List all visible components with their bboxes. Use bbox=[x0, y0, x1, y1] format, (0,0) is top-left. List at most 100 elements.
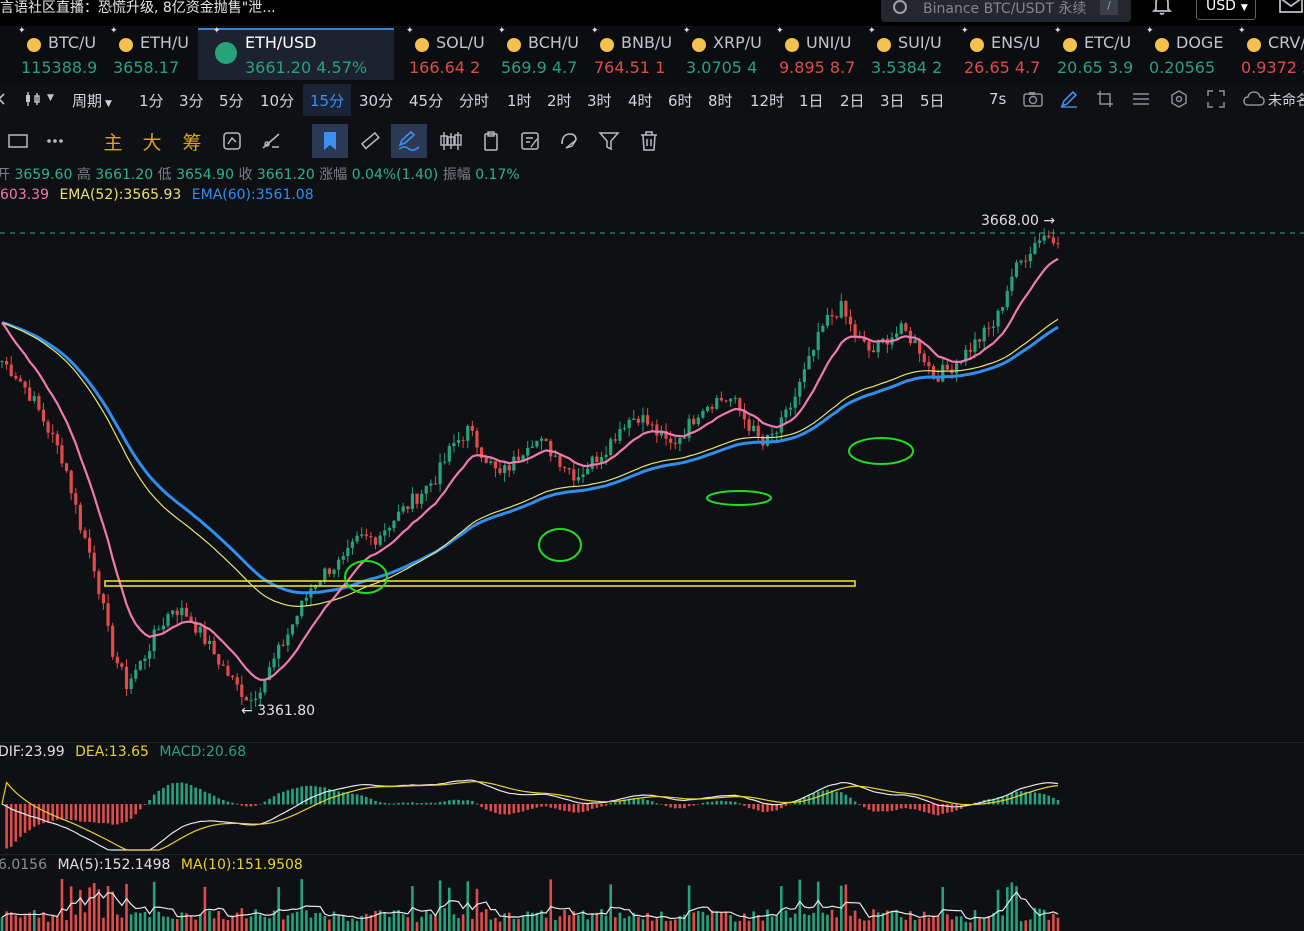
highlight-circle[interactable] bbox=[848, 437, 914, 465]
volume-bar bbox=[526, 911, 529, 931]
star-icon[interactable]: ✦ bbox=[18, 26, 26, 36]
macd-chart[interactable] bbox=[0, 760, 1304, 852]
timeframe-option[interactable]: 5日 bbox=[920, 90, 945, 111]
replay-tool[interactable] bbox=[214, 124, 250, 158]
volume-bar bbox=[715, 911, 719, 931]
list-settings-icon[interactable] bbox=[1132, 91, 1150, 107]
volume-bar bbox=[42, 912, 45, 931]
star-icon[interactable]: ✦ bbox=[1146, 26, 1154, 36]
open-value: 3659.60 bbox=[14, 167, 73, 183]
volume-chart[interactable] bbox=[0, 875, 1304, 931]
star-icon[interactable]: ✦ bbox=[110, 26, 118, 36]
volume-bar bbox=[941, 886, 945, 931]
star-icon[interactable]: ✦ bbox=[1054, 26, 1062, 36]
timeframe-option[interactable]: 4时 bbox=[628, 90, 653, 111]
period-menu[interactable]: 周期 ▼ bbox=[72, 90, 112, 111]
timeframe-option[interactable]: 1日 bbox=[799, 90, 824, 111]
macd-bar bbox=[457, 799, 460, 805]
timeframe-option[interactable]: 5分 bbox=[219, 90, 244, 111]
volume-bar bbox=[480, 912, 483, 931]
volume-bar bbox=[281, 919, 285, 931]
timeframe-option[interactable]: 2时 bbox=[547, 90, 572, 111]
timeframe-option[interactable]: 3日 bbox=[880, 90, 905, 111]
timeframe-option[interactable]: 30分 bbox=[359, 90, 393, 111]
timeframe-option[interactable]: 45分 bbox=[409, 90, 443, 111]
star-icon[interactable]: ✦ bbox=[213, 26, 221, 36]
ruler-tool[interactable] bbox=[352, 124, 388, 158]
magic-tool[interactable] bbox=[551, 124, 587, 158]
rectangle-tool[interactable] bbox=[0, 124, 36, 158]
currency-select[interactable]: USD ▼ bbox=[1196, 0, 1256, 20]
filter-tool[interactable] bbox=[591, 124, 627, 158]
timeframe-option[interactable]: 分时 bbox=[459, 90, 489, 111]
bell-icon[interactable] bbox=[1150, 0, 1174, 16]
candle-body bbox=[784, 409, 788, 418]
news-ticker-link[interactable]: 言语社区直播：恐慌升级, 8亿资金抛售"泄... bbox=[0, 0, 276, 17]
layout-name[interactable]: 未命名 bbox=[1268, 90, 1304, 110]
timeframe-option[interactable]: 3分 bbox=[179, 90, 204, 111]
candle-body bbox=[41, 409, 46, 422]
star-icon[interactable]: ✦ bbox=[406, 26, 414, 36]
star-icon[interactable]: ✦ bbox=[1238, 26, 1246, 36]
fullscreen-icon[interactable] bbox=[1207, 90, 1225, 108]
timeframe-option[interactable]: 3时 bbox=[587, 90, 612, 111]
star-icon[interactable]: ✦ bbox=[776, 26, 784, 36]
refresh-interval[interactable]: 7s bbox=[989, 90, 1006, 108]
volume-bar bbox=[249, 916, 253, 931]
volume-bar bbox=[720, 912, 723, 931]
star-icon[interactable]: ✦ bbox=[498, 26, 506, 36]
macd-bar bbox=[904, 804, 908, 809]
drawing-mode-tool[interactable] bbox=[391, 124, 427, 158]
replay-icon bbox=[223, 132, 241, 150]
volume-bar bbox=[729, 915, 732, 931]
draw-pen-icon[interactable] bbox=[1060, 90, 1078, 108]
mail-icon[interactable] bbox=[1278, 0, 1304, 16]
coin-icon bbox=[600, 38, 614, 52]
macd-bar bbox=[434, 803, 437, 805]
hexagon-settings-icon[interactable] bbox=[1170, 90, 1188, 108]
bookmark-tool[interactable] bbox=[312, 124, 348, 158]
timeframe-option[interactable]: 1分 bbox=[139, 90, 164, 111]
volume-bar bbox=[240, 908, 244, 931]
timeframe-option[interactable]: 10分 bbox=[260, 90, 294, 111]
timeframe-option[interactable]: 15分 bbox=[310, 90, 344, 111]
delete-drawings-tool[interactable] bbox=[631, 124, 667, 158]
crop-icon[interactable] bbox=[1096, 90, 1114, 108]
price-chart[interactable]: 3668.00 → ← 3361.80 bbox=[0, 205, 1304, 740]
candle-body bbox=[673, 442, 677, 444]
timeframe-option[interactable]: 2日 bbox=[840, 90, 865, 111]
camera-icon[interactable] bbox=[1023, 91, 1043, 107]
candle-type-icon[interactable] bbox=[24, 91, 42, 107]
candle-body bbox=[922, 353, 926, 363]
candle-body bbox=[655, 424, 659, 436]
volume-bar bbox=[627, 916, 631, 931]
volume-bar bbox=[978, 918, 981, 931]
collapse-icon[interactable] bbox=[0, 91, 8, 107]
volume-bar bbox=[1019, 921, 1023, 931]
timeframe-option[interactable]: 1时 bbox=[507, 90, 532, 111]
main-force-button[interactable]: 主 bbox=[95, 124, 131, 158]
cloud-icon[interactable] bbox=[1243, 91, 1265, 107]
highlight-circle[interactable] bbox=[706, 490, 772, 506]
timeframe-option[interactable]: 8时 bbox=[708, 90, 733, 111]
large-order-button[interactable]: 大 bbox=[134, 124, 170, 158]
star-icon[interactable]: ✦ bbox=[961, 26, 969, 36]
candle-body bbox=[678, 437, 682, 444]
ema-short-line bbox=[1, 257, 1059, 681]
more-tools-button[interactable] bbox=[37, 124, 73, 158]
clipboard-tool[interactable] bbox=[473, 124, 509, 158]
note-tool[interactable] bbox=[512, 124, 548, 158]
star-icon[interactable]: ✦ bbox=[591, 26, 599, 36]
trend-line-tool[interactable] bbox=[253, 124, 289, 158]
ticker-price: 115388.9 bbox=[21, 58, 98, 77]
candle-body bbox=[180, 607, 184, 616]
volume-bar bbox=[471, 918, 474, 931]
timeframe-option[interactable]: 12时 bbox=[750, 90, 784, 111]
timeframe-option[interactable]: 6时 bbox=[668, 90, 693, 111]
star-icon[interactable]: ✦ bbox=[868, 26, 876, 36]
indicator-tool[interactable] bbox=[433, 124, 469, 158]
chip-distribution-button[interactable]: 筹 bbox=[174, 124, 210, 158]
star-icon[interactable]: ✦ bbox=[683, 26, 691, 36]
highlight-circle[interactable] bbox=[538, 528, 582, 562]
support-line-drawing[interactable] bbox=[104, 580, 856, 587]
